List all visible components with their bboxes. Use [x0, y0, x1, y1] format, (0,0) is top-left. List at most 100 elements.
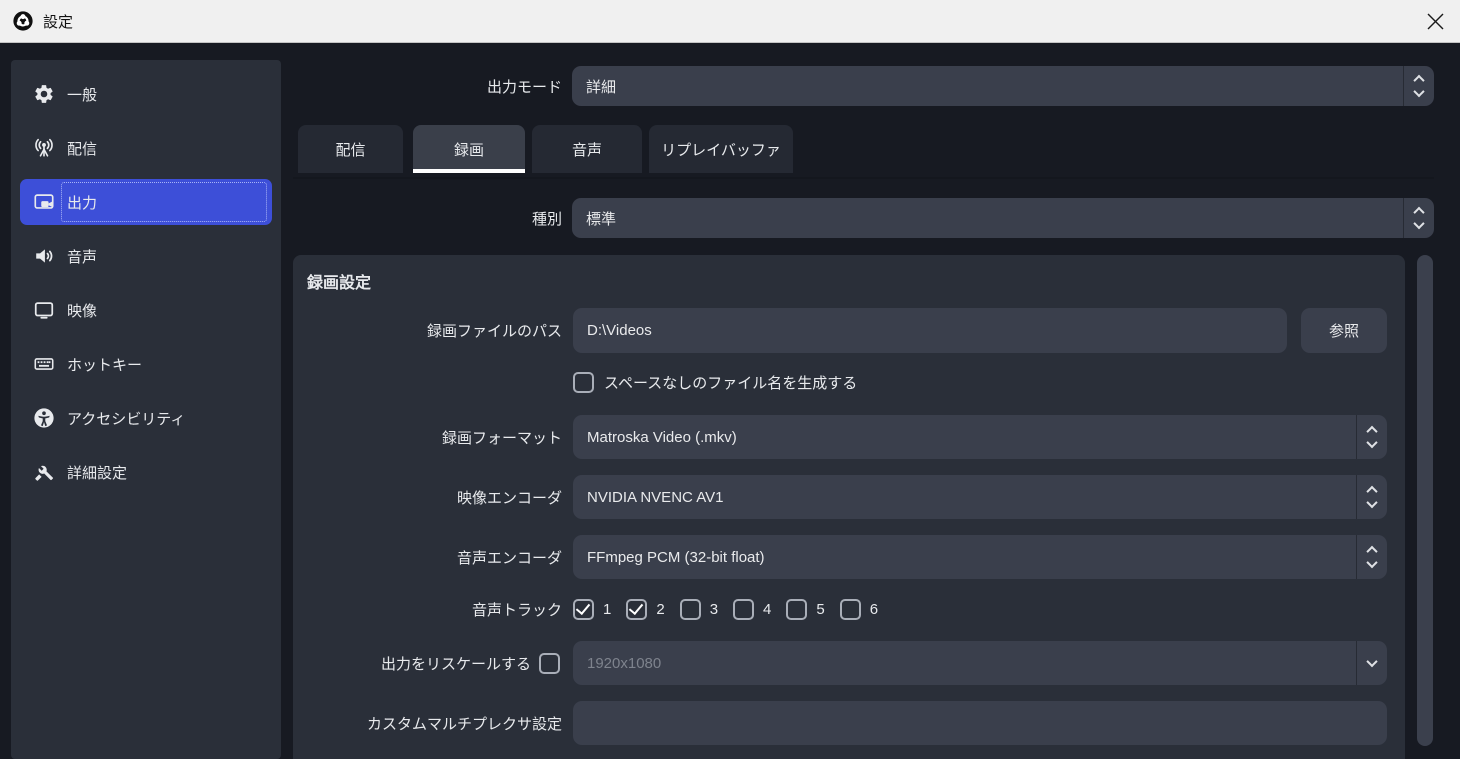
sidebar-item-accessibility[interactable]: アクセシビリティ	[20, 395, 272, 441]
scrollbar-thumb[interactable]	[1417, 255, 1433, 746]
audio-track-2: 2	[626, 599, 664, 620]
sidebar-item-video[interactable]: 映像	[20, 287, 272, 333]
audio-track-5: 5	[786, 599, 824, 620]
tab-replay-buffer[interactable]: リプレイバッファ	[649, 125, 793, 173]
chevron-up-icon	[1366, 426, 1377, 437]
video-encoder-label: 映像エンコーダ	[293, 475, 562, 519]
section-title: 録画設定	[307, 269, 371, 293]
sidebar-item-advanced[interactable]: 詳細設定	[20, 449, 272, 495]
settings-window: { "titlebar": { "title": "設定" }, "sideba…	[0, 0, 1460, 759]
no-space-checkbox[interactable]	[573, 372, 594, 393]
output-icon	[33, 191, 55, 213]
window-title: 設定	[43, 11, 73, 32]
tabbar-divider	[293, 177, 1434, 179]
tab-label: 音声	[572, 139, 602, 160]
rescale-select[interactable]: 1920x1080	[573, 641, 1387, 685]
tab-label: リプレイバッファ	[661, 139, 781, 160]
rescale-value: 1920x1080	[573, 641, 1356, 685]
rescale-label: 出力をリスケールする	[293, 641, 531, 685]
browse-button[interactable]: 参照	[1301, 308, 1387, 353]
audio-track-2-label: 2	[656, 601, 664, 618]
spinner-icons	[1403, 198, 1434, 238]
recording-settings-panel: 録画設定 録画ファイルのパス D:\Videos 参照 スペースなしのファイル名…	[293, 255, 1405, 759]
chevron-down-icon	[1366, 557, 1377, 568]
spinner-icons	[1403, 66, 1434, 106]
audio-track-1: 1	[573, 599, 611, 620]
chevron-up-icon	[1366, 546, 1377, 557]
tab-audio[interactable]: 音声	[532, 125, 642, 173]
audio-track-6-label: 6	[870, 601, 878, 618]
tab-stream[interactable]: 配信	[298, 125, 403, 173]
audio-track-1-label: 1	[603, 601, 611, 618]
sidebar-item-label: 配信	[67, 138, 97, 159]
audio-track-4: 4	[733, 599, 771, 620]
sidebar-item-label: 音声	[67, 246, 97, 267]
sidebar-item-hotkeys[interactable]: ホットキー	[20, 341, 272, 387]
sidebar-item-label: 一般	[67, 84, 97, 105]
audio-tracks-label: 音声トラック	[293, 597, 562, 621]
rescale-checkbox-wrap	[539, 641, 560, 685]
type-label: 種別	[380, 198, 562, 238]
spinner-icons	[1356, 475, 1387, 519]
audio-track-6-checkbox[interactable]	[840, 599, 861, 620]
audio-encoder-label: 音声エンコーダ	[293, 535, 562, 579]
video-encoder-select[interactable]: NVIDIA NVENC AV1	[573, 475, 1387, 519]
audio-track-3-label: 3	[710, 601, 718, 618]
format-label: 録画フォーマット	[293, 415, 562, 459]
tab-label: 配信	[335, 139, 365, 160]
close-button[interactable]	[1418, 4, 1452, 38]
sidebar-item-stream[interactable]: 配信	[20, 125, 272, 171]
keyboard-icon	[33, 353, 55, 375]
muxer-input[interactable]	[573, 701, 1387, 745]
spinner-icons	[1356, 535, 1387, 579]
sidebar-item-general[interactable]: 一般	[20, 71, 272, 117]
chevron-down-icon	[1366, 656, 1377, 667]
tab-recording[interactable]: 録画	[413, 125, 525, 173]
sidebar-item-label: アクセシビリティ	[67, 408, 185, 429]
audio-track-1-checkbox[interactable]	[573, 599, 594, 620]
output-mode-value: 詳細	[572, 66, 1403, 106]
audio-encoder-select[interactable]: FFmpeg PCM (32-bit float)	[573, 535, 1387, 579]
muxer-label: カスタムマルチプレクサ設定	[293, 701, 562, 745]
monitor-icon	[33, 299, 55, 321]
recording-path-input[interactable]: D:\Videos	[573, 308, 1287, 353]
recording-path-label: 録画ファイルのパス	[293, 308, 562, 353]
rescale-checkbox[interactable]	[539, 653, 560, 674]
no-space-row: スペースなしのファイル名を生成する	[573, 372, 857, 393]
chevron-up-icon	[1366, 486, 1377, 497]
chevron-down-icon	[1413, 86, 1424, 97]
audio-track-4-checkbox[interactable]	[733, 599, 754, 620]
audio-track-4-label: 4	[763, 601, 771, 618]
format-value: Matroska Video (.mkv)	[573, 415, 1356, 459]
tools-icon	[33, 461, 55, 483]
close-icon	[1427, 13, 1444, 30]
type-select[interactable]: 標準	[572, 198, 1434, 238]
chevron-down-icon	[1366, 437, 1377, 448]
audio-track-5-label: 5	[816, 601, 824, 618]
output-mode-select[interactable]: 詳細	[572, 66, 1434, 106]
format-select[interactable]: Matroska Video (.mkv)	[573, 415, 1387, 459]
recording-path-value: D:\Videos	[587, 322, 652, 339]
sidebar-item-audio[interactable]: 音声	[20, 233, 272, 279]
speaker-icon	[33, 245, 55, 267]
audio-track-3-checkbox[interactable]	[680, 599, 701, 620]
video-encoder-value: NVIDIA NVENC AV1	[573, 475, 1356, 519]
accessibility-icon	[33, 407, 55, 429]
audio-track-2-checkbox[interactable]	[626, 599, 647, 620]
sidebar-item-output[interactable]: 出力	[20, 179, 272, 225]
chevron-down-icon	[1366, 497, 1377, 508]
browse-button-label: 参照	[1329, 320, 1359, 341]
gear-icon	[33, 83, 55, 105]
chevron-up-icon	[1413, 207, 1424, 218]
focus-outline	[61, 182, 267, 222]
audio-tracks-row: 1 2 3 4 5 6	[573, 597, 893, 621]
broadcast-icon	[33, 137, 55, 159]
audio-track-5-checkbox[interactable]	[786, 599, 807, 620]
sidebar-item-label: 詳細設定	[67, 462, 127, 483]
obs-logo-icon	[12, 10, 34, 32]
audio-encoder-value: FFmpeg PCM (32-bit float)	[573, 535, 1356, 579]
titlebar: 設定	[0, 0, 1460, 43]
sidebar-item-label: ホットキー	[67, 354, 142, 375]
sidebar-item-label: 映像	[67, 300, 97, 321]
audio-track-6: 6	[840, 599, 878, 620]
